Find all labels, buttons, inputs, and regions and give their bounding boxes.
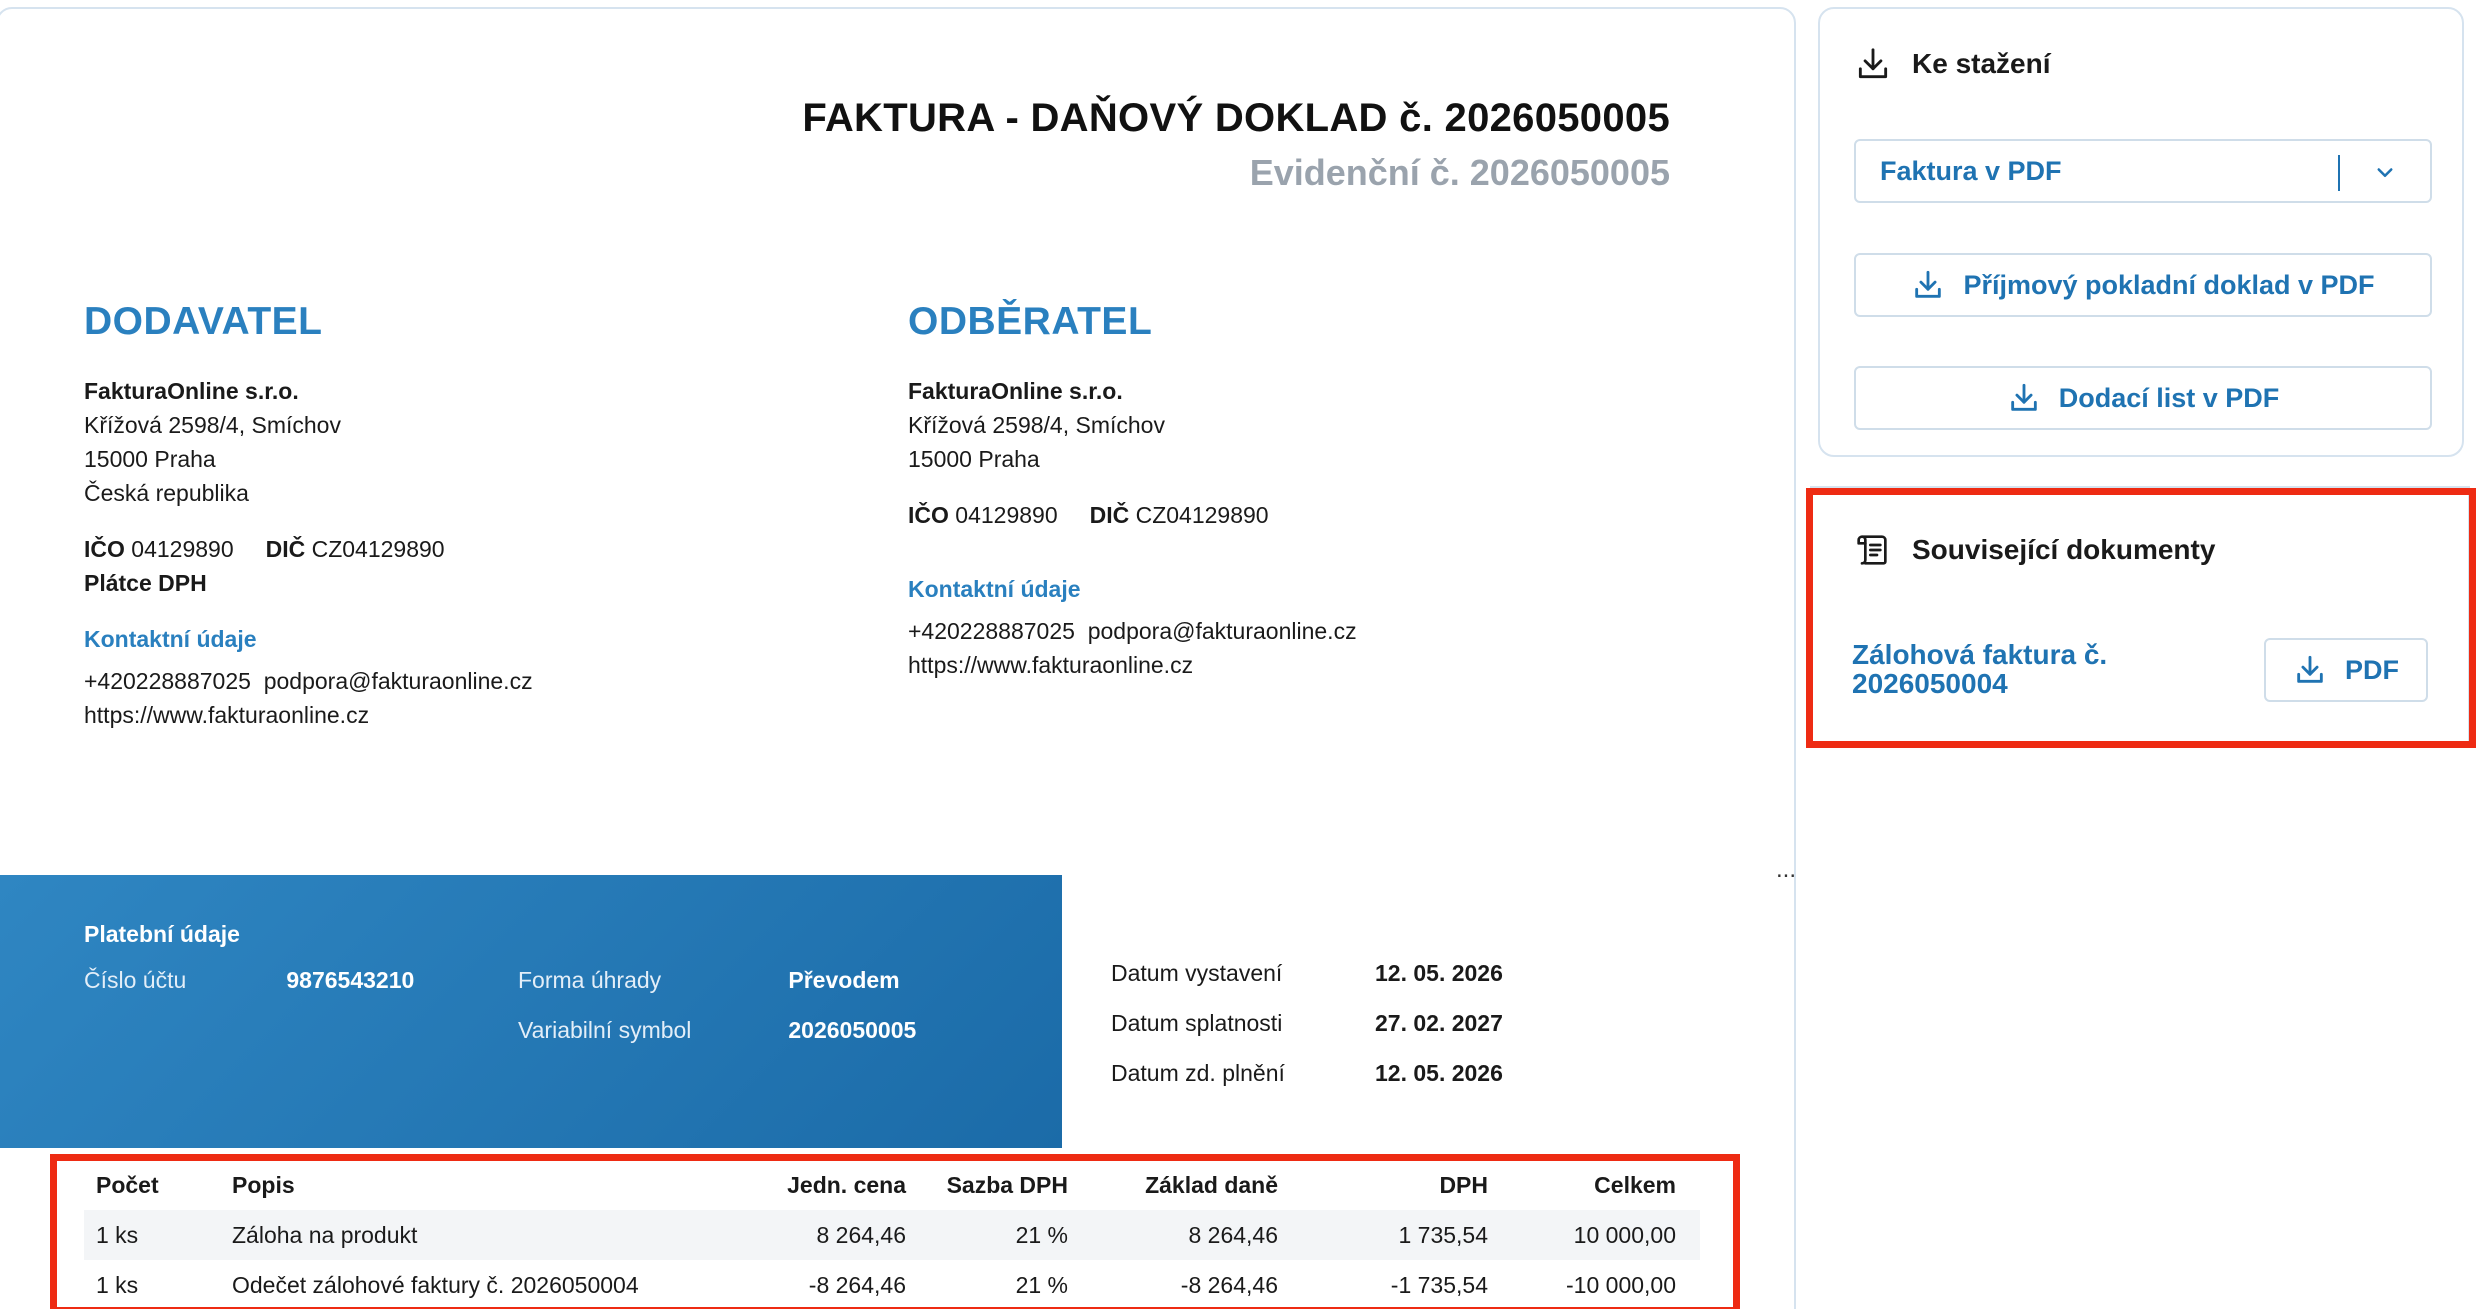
related-advance-invoice-link[interactable]: Zálohová faktura č. 2026050004 [1852,640,2172,698]
account-label: Číslo účtu [84,967,187,993]
supplier-street: Křížová 2598/4, Smíchov [84,412,341,438]
payment-method: Převodem [788,967,900,993]
customer-name: FakturaOnline s.r.o. [908,378,1123,404]
invoice-title: FAKTURA - DAŇOVÝ DOKLAD č. 2026050005 [802,96,1670,140]
download-panel-title: Ke stažení [1912,48,2051,79]
taxable-label: Datum zd. plnění [1111,1060,1285,1086]
supplier-dic-label: DIČ [265,536,306,562]
customer-phone[interactable]: +420228887025 [908,618,1075,644]
download-icon [1911,268,1945,302]
issued-date: 12. 05. 2026 [1375,960,1503,986]
document-icon [1852,530,1892,570]
supplier-contact-heading: Kontaktní údaje [84,626,257,652]
issued-label: Datum vystavení [1111,960,1283,986]
invoice-format-value: Faktura v PDF [1880,155,2062,186]
supplier-dic: CZ04129890 [311,536,445,562]
receipt-pdf-label: Příjmový pokladní doklad v PDF [1963,269,2375,300]
related-documents-header: Související dokumenty [1852,530,2215,570]
customer-contact-heading: Kontaktní údaje [908,576,1081,602]
related-pdf-label: PDF [2345,654,2399,685]
download-icon [2007,381,2041,415]
supplier-web[interactable]: https://www.fakturaonline.cz [84,698,533,732]
download-panel: Ke stažení Faktura v PDF Příjmový poklad… [1818,7,2464,457]
customer-ids: IČO 04129890 DIČ CZ04129890 [908,498,1357,532]
delivery-note-pdf-label: Dodací list v PDF [2058,382,2280,413]
due-label: Datum splatnosti [1111,1010,1283,1036]
select-divider [2338,155,2340,191]
supplier-heading: DODAVATEL [84,300,323,343]
dates-block: Datum vystavení 12. 05. 2026 Datum splat… [1111,960,1503,1110]
customer-email[interactable]: podpora@fakturaonline.cz [1088,618,1357,644]
due-date: 27. 02. 2027 [1375,1010,1503,1036]
taxable-date-row: Datum zd. plnění 12. 05. 2026 [1111,1060,1503,1110]
supplier-contact-line: +420228887025 podpora@fakturaonline.cz [84,664,533,698]
related-pdf-button[interactable]: PDF [2264,638,2428,702]
receipt-pdf-button[interactable]: Příjmový pokladní doklad v PDF [1854,253,2432,317]
related-documents-highlight [1806,488,2476,748]
invoice-format-select[interactable]: Faktura v PDF [1854,139,2432,203]
customer-block: ODBĚRATEL FakturaOnline s.r.o. Křížová 2… [908,300,1357,682]
variable-symbol: 2026050005 [788,1017,917,1043]
more-options-ellipsis[interactable]: ... [1776,856,1796,884]
supplier-city: 15000 Praha [84,446,216,472]
vs-label: Variabilní symbol [518,1017,692,1043]
supplier-email[interactable]: podpora@fakturaonline.cz [264,668,533,694]
account-number: 9876543210 [286,967,415,993]
customer-web[interactable]: https://www.fakturaonline.cz [908,648,1357,682]
customer-ico-label: IČO [908,502,949,528]
method-row: Forma úhrady Převodem [518,967,900,994]
vs-row: Variabilní symbol 2026050005 [518,1017,916,1044]
taxable-date: 12. 05. 2026 [1375,1060,1503,1086]
method-label: Forma úhrady [518,967,662,993]
supplier-phone[interactable]: +420228887025 [84,668,251,694]
supplier-ico-label: IČO [84,536,125,562]
payment-heading: Platební údaje [84,921,240,947]
download-panel-header: Ke stažení [1854,45,2051,83]
download-icon [2293,653,2327,687]
supplier-ids: IČO 04129890 DIČ CZ04129890 [84,532,533,566]
customer-dic-label: DIČ [1089,502,1130,528]
customer-street: Křížová 2598/4, Smíchov [908,412,1165,438]
supplier-country: Česká republika [84,480,249,506]
supplier-ico: 04129890 [131,536,234,562]
supplier-block: DODAVATEL FakturaOnline s.r.o. Křížová 2… [84,300,533,732]
account-row: Číslo účtu 9876543210 [84,967,414,994]
customer-city: 15000 Praha [908,446,1040,472]
customer-contact-line: +420228887025 podpora@fakturaonline.cz [908,614,1357,648]
customer-heading: ODBĚRATEL [908,300,1153,343]
due-date-row: Datum splatnosti 27. 02. 2027 [1111,1010,1503,1060]
download-icon [1854,45,1892,83]
delivery-note-pdf-button[interactable]: Dodací list v PDF [1854,366,2432,430]
supplier-vat-payer: Plátce DPH [84,570,207,596]
issued-date-row: Datum vystavení 12. 05. 2026 [1111,960,1503,1010]
related-documents-title: Související dokumenty [1912,534,2216,565]
items-table-highlight [50,1154,1740,1309]
payment-details-band: Platební údaje Číslo účtu 9876543210 For… [0,875,1062,1148]
chevron-down-icon[interactable] [2370,157,2400,187]
customer-ico: 04129890 [955,502,1058,528]
evidence-number: Evidenční č. 2026050005 [1249,152,1670,193]
customer-dic: CZ04129890 [1135,502,1269,528]
supplier-name: FakturaOnline s.r.o. [84,378,299,404]
